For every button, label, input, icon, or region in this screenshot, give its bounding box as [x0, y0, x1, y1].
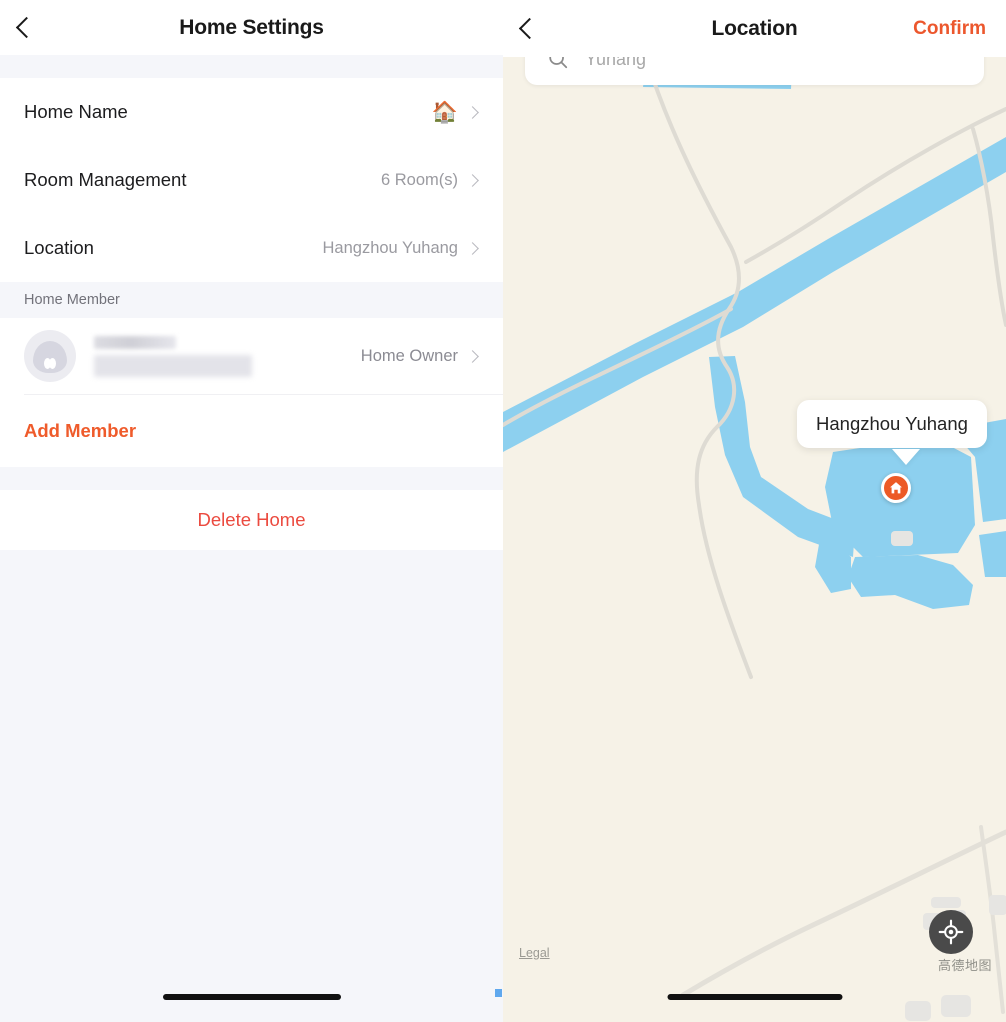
- edge-marker-dot: [495, 989, 502, 997]
- settings-list: Home Name 🏠 Room Management 6 Room(s) Lo…: [0, 78, 503, 282]
- member-name-block: [94, 335, 252, 377]
- map-building-6: [941, 995, 971, 1017]
- map-callout-tail: [892, 449, 920, 465]
- dual-screenshot-container: Home Settings Home Name 🏠 Room Managemen…: [0, 0, 1006, 1022]
- map-building-1: [931, 897, 961, 908]
- home-pin-icon[interactable]: [881, 473, 911, 503]
- legal-link[interactable]: Legal: [519, 946, 550, 960]
- add-member-button[interactable]: Add Member: [0, 395, 503, 467]
- row-label: Location: [24, 237, 94, 258]
- house-icon: 🏠: [431, 100, 458, 124]
- map-building-5: [905, 1001, 931, 1021]
- section-header-label: Home Member: [24, 292, 120, 308]
- mid-gap-band: [0, 467, 503, 490]
- house-glyph: [890, 482, 902, 494]
- bottom-filler: [0, 550, 503, 1022]
- member-role-label: Home Owner: [360, 346, 458, 365]
- home-member-section-header: Home Member: [0, 282, 503, 318]
- row-value: Hangzhou Yuhang: [322, 238, 459, 257]
- row-value: 6 Room(s): [380, 170, 458, 189]
- row-accessory: Hangzhou Yuhang: [323, 239, 480, 258]
- settings-nav-bar: Home Settings: [0, 0, 503, 55]
- map-building-near-pin: [891, 531, 913, 546]
- locate-crosshair-icon[interactable]: [929, 910, 973, 954]
- chevron-right-icon: [466, 105, 479, 119]
- home-indicator: [667, 994, 842, 1000]
- avatar-face-shape: [33, 341, 67, 374]
- crosshair-glyph: [938, 919, 964, 945]
- row-room-management[interactable]: Room Management 6 Room(s): [0, 146, 503, 214]
- row-location[interactable]: Location Hangzhou Yuhang: [0, 214, 503, 282]
- row-label: Home Name: [24, 101, 128, 122]
- top-gap-band: [0, 55, 503, 78]
- home-settings-screen: Home Settings Home Name 🏠 Room Managemen…: [0, 0, 503, 1022]
- confirm-button[interactable]: Confirm: [913, 18, 986, 40]
- delete-home-label: Delete Home: [197, 509, 306, 530]
- member-row[interactable]: Home Owner: [0, 318, 503, 394]
- map-vector-layer: [503, 57, 1006, 1022]
- row-accessory: 6 Room(s): [381, 171, 479, 190]
- map-building-4: [989, 895, 1006, 915]
- member-account-redacted: [94, 354, 252, 377]
- add-member-label: Add Member: [24, 420, 137, 441]
- user-avatar-icon: [24, 330, 76, 382]
- location-nav-bar: Location Confirm: [503, 0, 1006, 57]
- chevron-right-icon: [466, 173, 479, 187]
- row-accessory: 🏠: [432, 102, 479, 123]
- member-name-redacted: [94, 335, 176, 349]
- delete-home-button[interactable]: Delete Home: [0, 490, 503, 550]
- avatar-eye-right: [49, 358, 56, 370]
- member-list: Home Owner Add Member: [0, 318, 503, 467]
- map-callout-label: Hangzhou Yuhang: [797, 400, 987, 448]
- map-attribution: 高德地图: [937, 958, 992, 973]
- home-indicator: [162, 994, 341, 1000]
- chevron-right-icon: [466, 349, 479, 363]
- map-canvas[interactable]: [503, 57, 1006, 1022]
- location-screen: Location Confirm Yuhang Hangzhou Yuhang …: [503, 0, 1006, 1022]
- map-callout[interactable]: Hangzhou Yuhang: [797, 400, 987, 465]
- page-title: Home Settings: [179, 15, 324, 39]
- member-accessory: Home Owner: [361, 347, 479, 366]
- row-label: Room Management: [24, 169, 187, 190]
- row-home-name[interactable]: Home Name 🏠: [0, 78, 503, 146]
- chevron-right-icon: [466, 241, 479, 255]
